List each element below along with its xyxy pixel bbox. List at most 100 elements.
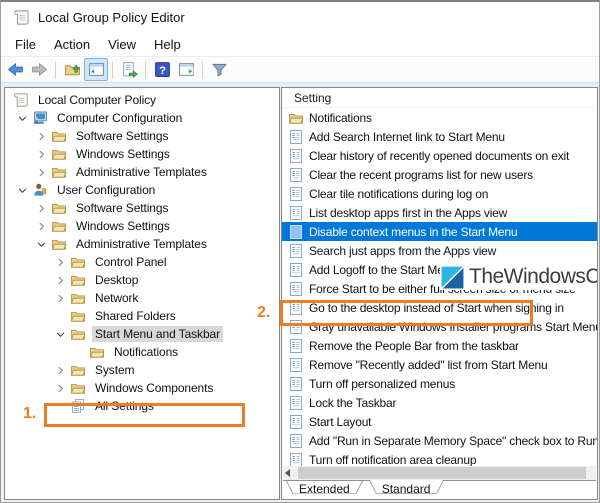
tree-item-software-settings[interactable]: Software Settings xyxy=(5,199,279,217)
tree-item-label: Computer Configuration xyxy=(57,111,183,125)
chevron-down-icon[interactable] xyxy=(32,236,51,252)
tree-item-local-computer-policy[interactable]: Local Computer Policy xyxy=(5,91,279,109)
show-action-pane-button[interactable] xyxy=(174,58,198,81)
svg-text:?: ? xyxy=(159,65,166,77)
chevron-right-icon[interactable] xyxy=(32,218,51,234)
setting-row[interactable]: Remove the People Bar from the taskbar xyxy=(282,336,597,355)
setting-row[interactable]: Add Search Internet link to Start Menu xyxy=(282,127,597,146)
show-console-tree-button[interactable] xyxy=(84,58,108,81)
tree-item-network[interactable]: Network xyxy=(5,289,279,307)
tree-item-control-panel[interactable]: Control Panel xyxy=(5,253,279,271)
folder-icon xyxy=(70,254,87,270)
setting-row[interactable]: Notifications xyxy=(282,108,597,127)
setting-row[interactable]: Turn off notification area cleanup xyxy=(282,450,597,466)
tree-item-label: Local Computer Policy xyxy=(38,93,156,107)
chevron-right-icon[interactable] xyxy=(32,128,51,144)
tree-item-label: All Settings xyxy=(95,399,154,413)
menu-view[interactable]: View xyxy=(99,34,145,55)
tree-item-system[interactable]: System xyxy=(5,361,279,379)
setting-row[interactable]: List desktop apps first in the Apps view xyxy=(282,203,597,222)
chevron-right-icon[interactable] xyxy=(51,254,70,270)
setting-label: Turn off personalized menus xyxy=(309,376,456,391)
user-icon xyxy=(32,182,49,198)
setting-row[interactable]: Add "Run in Separate Memory Space" check… xyxy=(282,431,597,450)
setting-label: Add Search Internet link to Start Menu xyxy=(309,129,505,144)
setting-row-selected[interactable]: Disable context menus in the Start Menu xyxy=(282,222,597,241)
tree-item-windows-settings[interactable]: Windows Settings xyxy=(5,217,279,235)
help-icon: ? xyxy=(154,61,171,78)
setting-row[interactable]: Start Layout xyxy=(282,412,597,431)
setting-row[interactable]: Go to the desktop instead of Start when … xyxy=(282,298,597,317)
menu-file[interactable]: File xyxy=(6,34,45,55)
tree-item-desktop[interactable]: Desktop xyxy=(5,271,279,289)
chevron-down-icon[interactable] xyxy=(13,110,32,126)
chevron-right-icon[interactable] xyxy=(51,290,70,306)
chevron-right-icon[interactable] xyxy=(32,164,51,180)
tree-item-windows-settings[interactable]: Windows Settings xyxy=(5,145,279,163)
policy-icon xyxy=(288,433,304,449)
back-button[interactable] xyxy=(3,58,27,81)
tree-item-all-settings[interactable]: All Settings xyxy=(5,397,279,415)
tree-item-label: Control Panel xyxy=(95,255,167,269)
setting-column-header[interactable]: Setting xyxy=(282,88,597,108)
setting-row[interactable]: Clear tile notifications during log on xyxy=(282,184,597,203)
setting-label: Clear the recent programs list for new u… xyxy=(309,167,533,182)
chevron-right-icon[interactable] xyxy=(51,272,70,288)
setting-row[interactable]: Clear history of recently opened documen… xyxy=(282,146,597,165)
setting-label: Disable context menus in the Start Menu xyxy=(309,224,518,239)
tree-item-windows-components[interactable]: Windows Components xyxy=(5,379,279,397)
setting-row[interactable]: Lock the Taskbar xyxy=(282,393,597,412)
export-list-button[interactable] xyxy=(117,58,141,81)
setting-row[interactable]: Turn off personalized menus xyxy=(282,374,597,393)
setting-row[interactable]: Gray unavailable Windows Installer progr… xyxy=(282,317,597,336)
policy-icon xyxy=(288,357,304,373)
chevron-down-icon[interactable] xyxy=(13,182,32,198)
chevron-right-icon[interactable] xyxy=(51,380,70,396)
setting-row[interactable]: Remove "Recently added" list from Start … xyxy=(282,355,597,374)
tree-item-label: Software Settings xyxy=(76,129,169,143)
menu-action[interactable]: Action xyxy=(45,34,99,55)
setting-label: Add "Run in Separate Memory Space" check… xyxy=(309,433,597,448)
tree-item-shared-folders[interactable]: Shared Folders xyxy=(5,307,279,325)
chevron-right-icon[interactable] xyxy=(32,146,51,162)
help-button[interactable]: ? xyxy=(150,58,174,81)
policy-icon xyxy=(288,186,304,202)
tab-extended[interactable]: Extended xyxy=(286,481,363,498)
tree-item-label: Start Menu and Taskbar xyxy=(92,326,223,342)
toolbar-separator xyxy=(202,60,203,79)
tree-item-administrative-templates[interactable]: Administrative Templates xyxy=(5,235,279,253)
tree-item-administrative-templates[interactable]: Administrative Templates xyxy=(5,163,279,181)
chevron-down-icon[interactable] xyxy=(51,326,70,342)
tree-item-notifications[interactable]: Notifications xyxy=(5,343,279,361)
folder-icon xyxy=(288,110,304,126)
parent-folder-button[interactable] xyxy=(60,58,84,81)
chevron-right-icon[interactable] xyxy=(51,362,70,378)
setting-label: Clear tile notifications during log on xyxy=(309,186,489,201)
console-tree-pane: Local Computer Policy Computer Configurat… xyxy=(4,87,280,500)
chevron-right-icon[interactable] xyxy=(32,200,51,216)
tab-standard[interactable]: Standard xyxy=(368,480,444,498)
setting-label: List desktop apps first in the Apps view xyxy=(309,205,508,220)
folder-icon xyxy=(51,200,68,216)
tree-item-label: User Configuration xyxy=(57,183,156,197)
setting-label: Clear history of recently opened documen… xyxy=(309,148,570,163)
tree-item-start-menu-and-taskbar[interactable]: Start Menu and Taskbar xyxy=(5,325,279,343)
title-bar: Local Group Policy Editor xyxy=(1,2,599,32)
filter-button[interactable] xyxy=(207,58,231,81)
toolbar-separator xyxy=(112,60,113,79)
menu-help[interactable]: Help xyxy=(145,34,190,55)
setting-row[interactable]: Clear the recent programs list for new u… xyxy=(282,165,597,184)
tree-item-user-configuration[interactable]: User Configuration xyxy=(5,181,279,199)
tree-item-software-settings[interactable]: Software Settings xyxy=(5,127,279,145)
tree-item-label: Windows Settings xyxy=(76,219,170,233)
scrollbar-thumb[interactable] xyxy=(298,467,586,479)
setting-row[interactable]: Search just apps from the Apps view xyxy=(282,241,597,260)
horizontal-scrollbar[interactable] xyxy=(283,466,596,480)
forward-button[interactable] xyxy=(27,58,51,81)
tree-item-label: System xyxy=(95,363,135,377)
policy-icon xyxy=(288,376,304,392)
scroll-left-arrow-icon[interactable] xyxy=(285,469,290,477)
scroll-icon xyxy=(13,92,30,108)
main-area: Local Computer Policy Computer Configurat… xyxy=(1,83,599,502)
tree-item-computer-configuration[interactable]: Computer Configuration xyxy=(5,109,279,127)
